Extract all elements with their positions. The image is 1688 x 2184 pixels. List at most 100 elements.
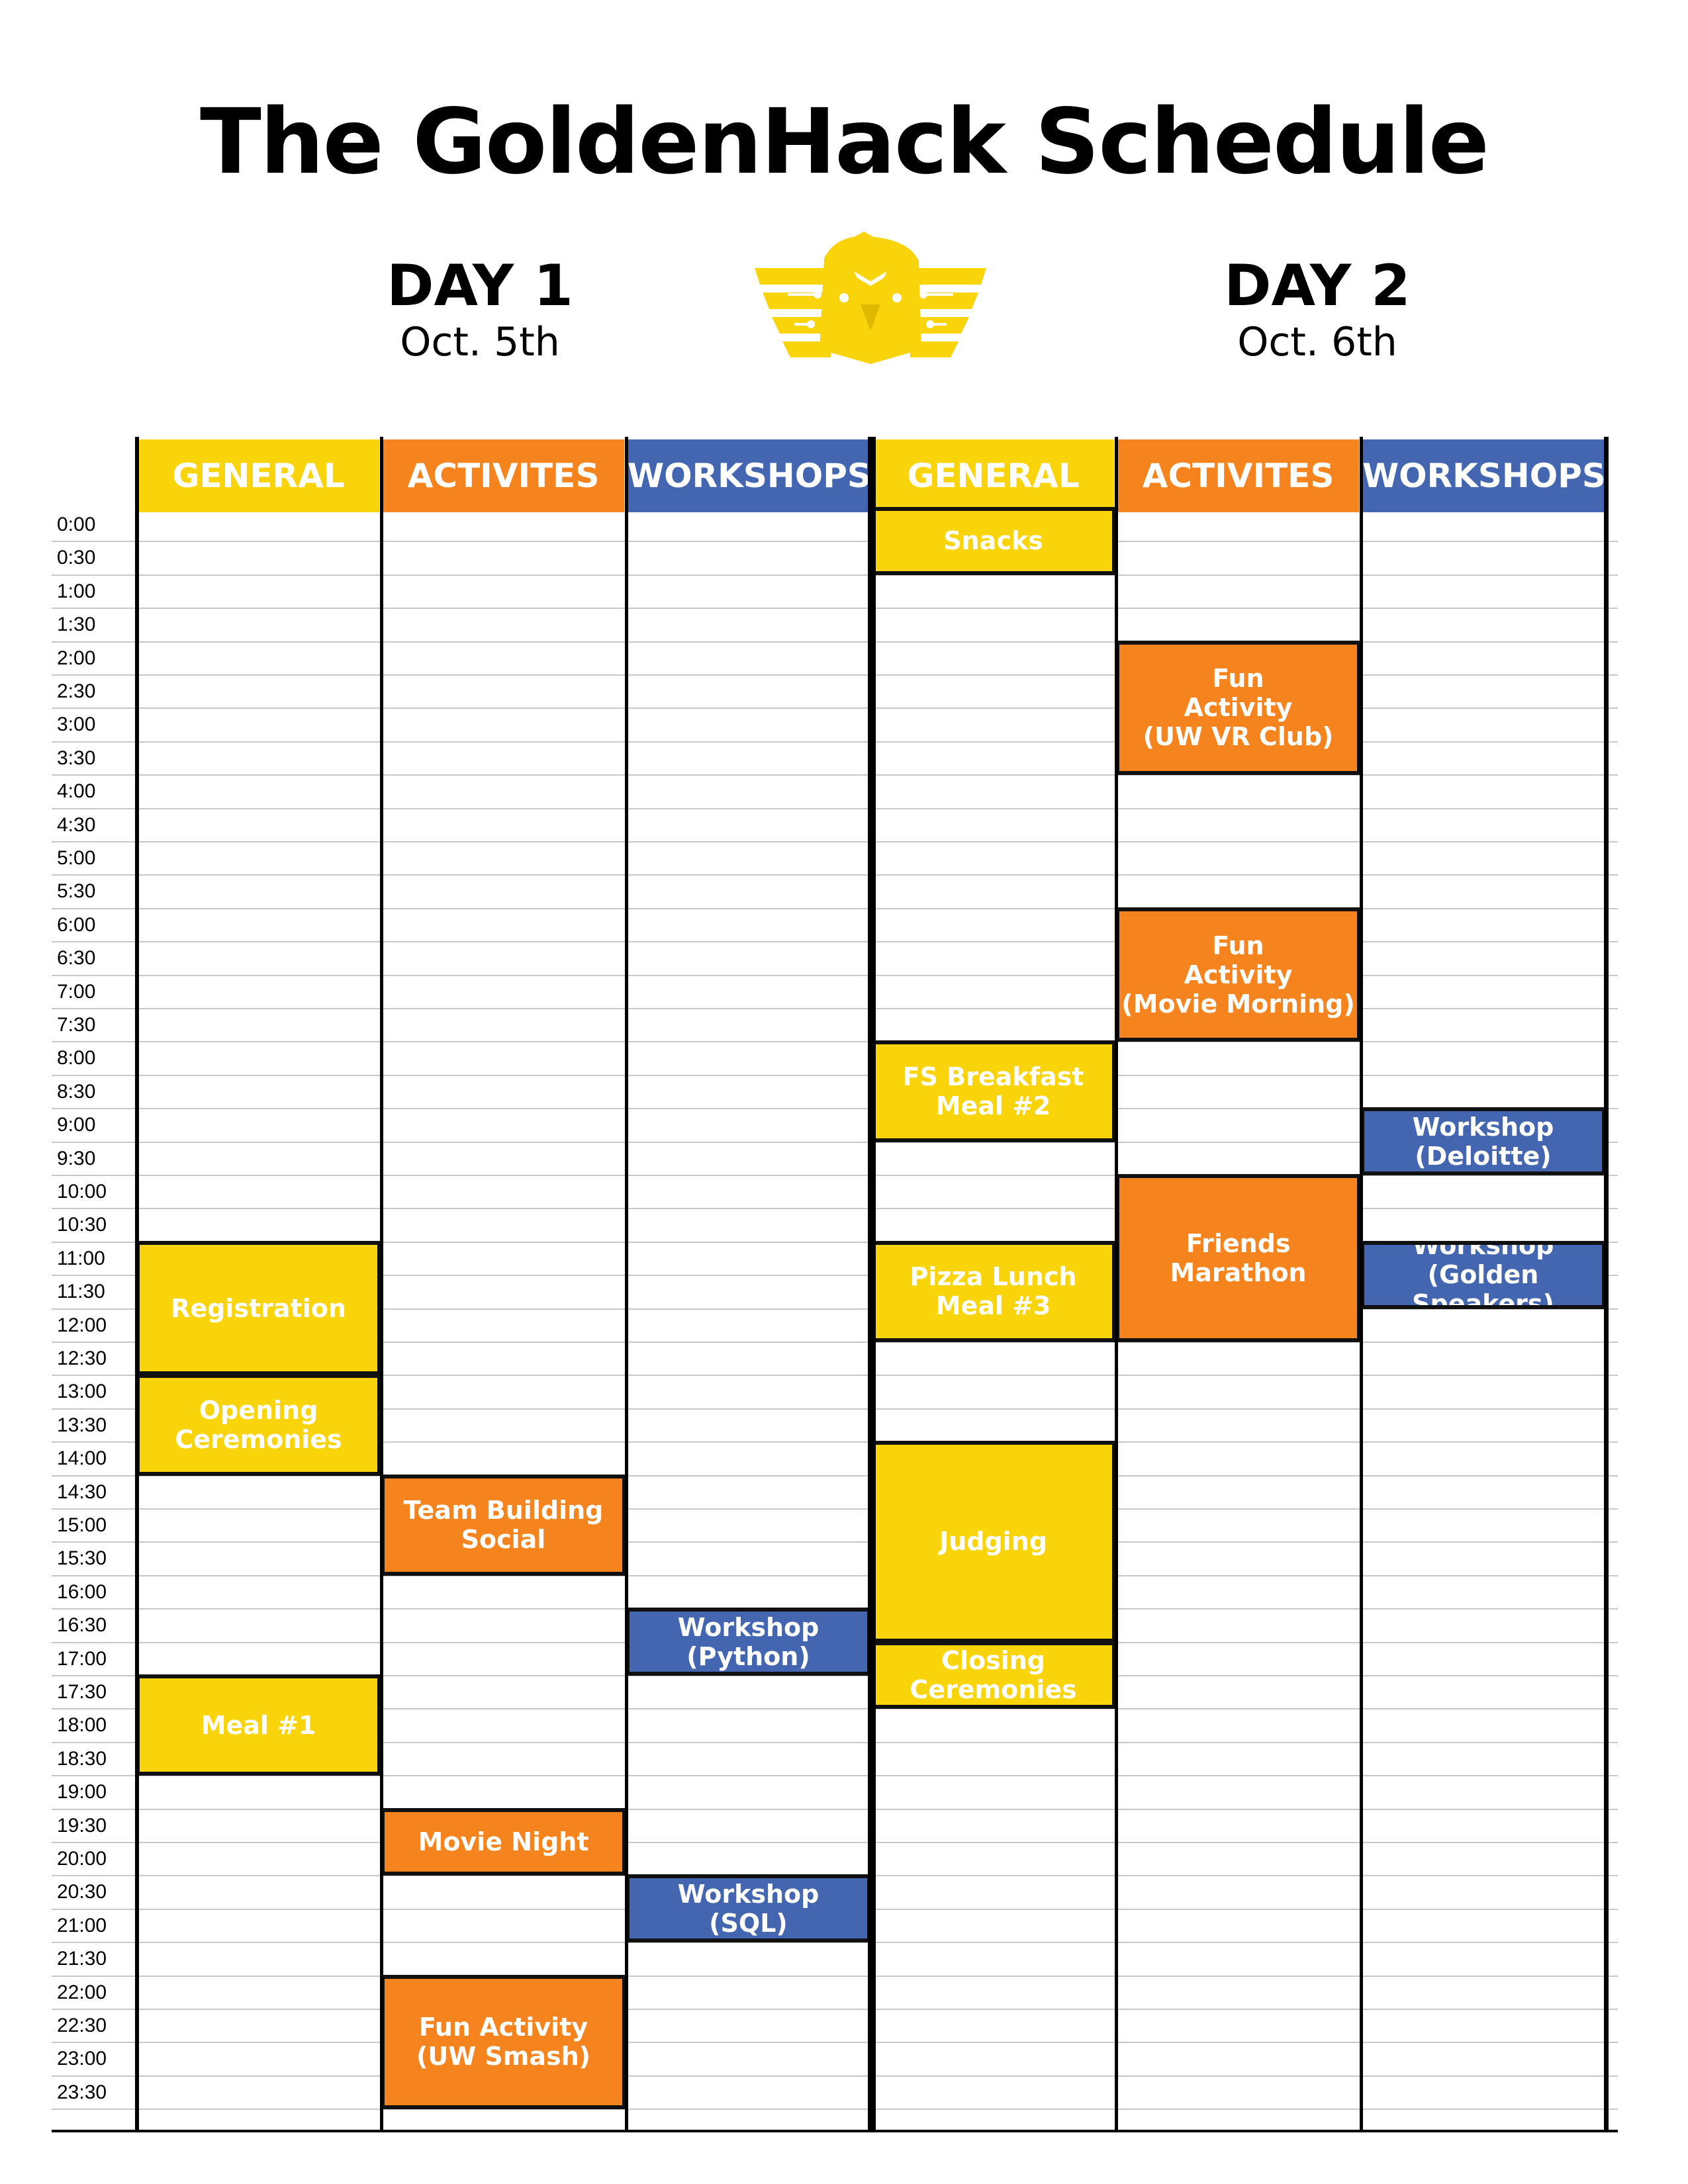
- time-label: 5:30: [57, 880, 96, 903]
- column-header-workshops-day1: WORKSHOPS: [628, 439, 869, 512]
- slot-line: [52, 774, 1618, 776]
- event-block[interactable]: Opening Ceremonies: [136, 1374, 381, 1476]
- event-label: Friends Marathon: [1170, 1229, 1307, 1287]
- page-title: The GoldenHack Schedule: [200, 90, 1489, 195]
- event-block[interactable]: Pizza Lunch Meal #3: [870, 1240, 1116, 1342]
- time-label: 5:00: [57, 847, 96, 869]
- slot-line: [52, 1208, 1618, 1210]
- column-divider: [1360, 437, 1363, 2131]
- event-label: Workshop (Golden Speakers): [1412, 1240, 1554, 1309]
- column-header-activities-day1: ACTIVITES: [383, 439, 624, 512]
- slot-line: [52, 1508, 1618, 1510]
- time-label: 1:30: [57, 614, 96, 636]
- slot-line: [52, 707, 1618, 709]
- event-block[interactable]: Meal #1: [136, 1674, 381, 1776]
- event-block[interactable]: FS Breakfast Meal #2: [870, 1040, 1116, 1142]
- time-label: 16:00: [57, 1580, 107, 1603]
- day-2-date: Oct. 6th: [1237, 319, 1397, 365]
- time-label: 15:00: [57, 1514, 107, 1536]
- time-label: 22:00: [57, 1981, 107, 2003]
- time-label: 18:30: [57, 1747, 107, 1770]
- time-label: 12:30: [57, 1347, 107, 1369]
- time-label: 8:30: [57, 1080, 96, 1103]
- time-label: 6:00: [57, 913, 96, 936]
- time-label: 22:30: [57, 2015, 107, 2036]
- event-block[interactable]: Snacks: [870, 507, 1116, 575]
- column-divider: [1604, 437, 1609, 2131]
- time-label: 21:30: [57, 1948, 107, 1970]
- column-header-workshops-day2: WORKSHOPS: [1362, 439, 1604, 512]
- event-block[interactable]: Team Building Social: [381, 1474, 626, 1576]
- event-block[interactable]: Workshop (Python): [626, 1608, 871, 1676]
- time-label: 19:30: [57, 1814, 107, 1837]
- event-block[interactable]: Registration: [136, 1240, 381, 1376]
- time-label: 2:30: [57, 680, 96, 702]
- event-block[interactable]: Workshop (Deloitte): [1360, 1107, 1606, 1175]
- time-label: 19:00: [57, 1781, 107, 1803]
- slot-line: [52, 874, 1618, 876]
- column-divider: [868, 437, 876, 2131]
- time-label: 4:00: [57, 780, 96, 803]
- slot-line: [52, 1074, 1618, 1076]
- event-block[interactable]: Closing Ceremonies: [870, 1641, 1116, 1709]
- time-label: 2:00: [57, 647, 96, 669]
- column-header-general-day2: GENERAL: [872, 439, 1114, 512]
- column-header-general-day1: GENERAL: [138, 439, 379, 512]
- time-label: 16:30: [57, 1614, 107, 1637]
- slot-line: [52, 1541, 1618, 1543]
- time-label: 10:30: [57, 1214, 107, 1236]
- event-block[interactable]: Friends Marathon: [1115, 1174, 1361, 1342]
- slot-line: [52, 2042, 1618, 2044]
- event-label: Closing Ceremonies: [910, 1645, 1077, 1704]
- event-block[interactable]: Workshop (SQL): [626, 1874, 871, 1943]
- time-label: 13:30: [57, 1414, 107, 1436]
- time-label: 23:30: [57, 2081, 107, 2103]
- time-label: 21:00: [57, 1914, 107, 1936]
- slot-line: [52, 741, 1618, 743]
- slot-line: [52, 1842, 1618, 1843]
- slot-line: [52, 941, 1618, 943]
- event-label: Team Building Social: [403, 1496, 604, 1555]
- time-label: 20:30: [57, 1881, 107, 1903]
- slot-line: [52, 2109, 1618, 2111]
- time-label: 3:30: [57, 747, 96, 769]
- golden-eagle-wings-logo: [755, 232, 986, 364]
- column-divider: [1115, 437, 1118, 2131]
- day-1-date: Oct. 5th: [400, 319, 560, 365]
- time-label: 11:30: [57, 1281, 105, 1303]
- day-1-title: DAY 1: [387, 253, 573, 319]
- slot-line: [52, 907, 1618, 909]
- time-label: 14:00: [57, 1447, 107, 1470]
- time-label: 10:00: [57, 1181, 107, 1203]
- slot-line: [52, 1008, 1618, 1009]
- time-label: 14:30: [57, 1480, 107, 1503]
- event-block[interactable]: Workshop (Golden Speakers): [1360, 1240, 1606, 1309]
- time-label: 15:30: [57, 1547, 107, 1570]
- slot-line: [52, 1808, 1618, 1810]
- column-divider: [135, 437, 139, 2131]
- event-label: Judging: [939, 1527, 1047, 1557]
- slot-line: [52, 1041, 1618, 1043]
- time-label: 0:30: [57, 547, 96, 569]
- column-divider: [625, 437, 628, 2131]
- event-block[interactable]: Fun Activity (UW Smash): [381, 1974, 626, 2110]
- slot-line: [52, 608, 1618, 610]
- time-label: 9:00: [57, 1114, 96, 1136]
- time-label: 6:30: [57, 947, 96, 970]
- time-label: 11:00: [57, 1247, 105, 1269]
- event-block[interactable]: Fun Activity (Movie Morning): [1115, 907, 1361, 1042]
- time-label: 9:30: [57, 1147, 96, 1169]
- slot-line: [52, 1574, 1618, 1576]
- event-block[interactable]: Movie Night: [381, 1807, 626, 1876]
- slot-line: [52, 674, 1618, 676]
- time-label: 12:00: [57, 1314, 107, 1336]
- event-block[interactable]: Fun Activity (UW VR Club): [1115, 640, 1361, 776]
- event-label: Workshop (Python): [677, 1612, 820, 1671]
- event-label: Workshop (SQL): [677, 1879, 820, 1938]
- event-label: Pizza Lunch Meal #3: [910, 1262, 1077, 1321]
- event-block[interactable]: Judging: [870, 1441, 1116, 1643]
- day-2-title: DAY 2: [1224, 253, 1411, 319]
- event-label: Registration: [171, 1293, 346, 1323]
- event-label: Fun Activity (Movie Morning): [1121, 931, 1355, 1019]
- event-label: Opening Ceremonies: [175, 1395, 342, 1454]
